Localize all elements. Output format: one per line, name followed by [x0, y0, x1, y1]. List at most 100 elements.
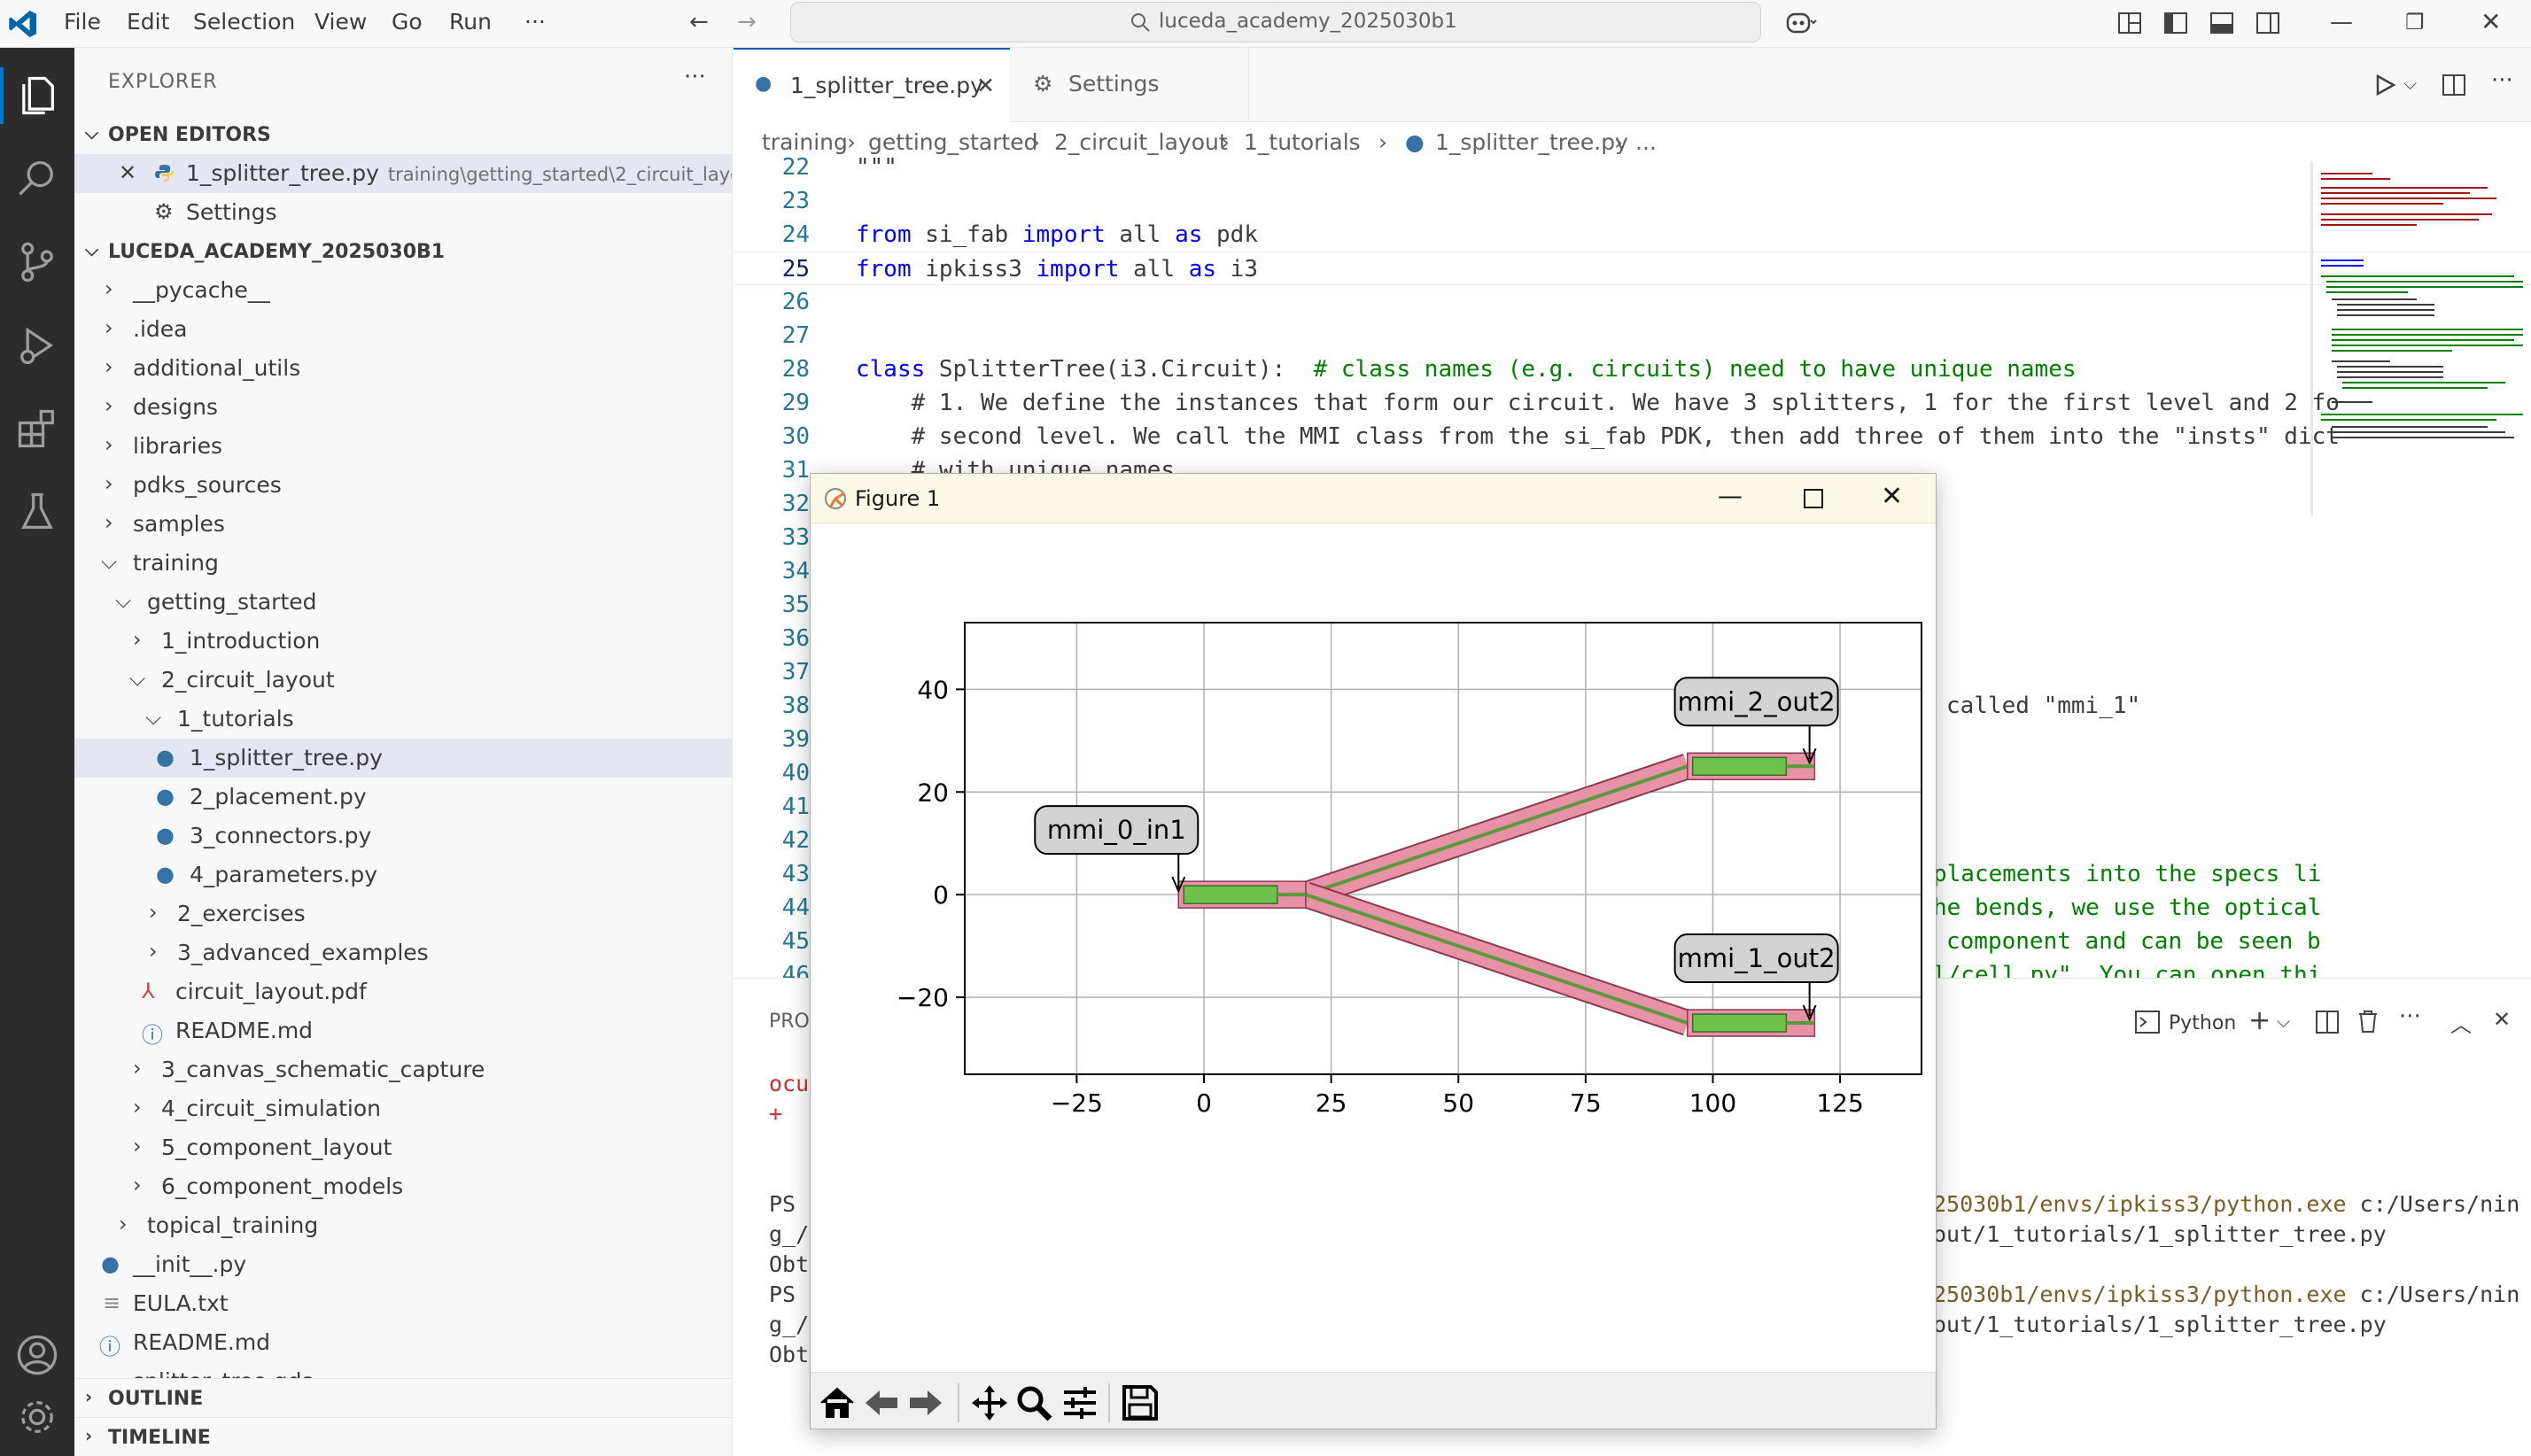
minimap[interactable] [2310, 161, 2531, 515]
maximize-panel-icon[interactable]: ︿ [2450, 1007, 2472, 1038]
close-window-icon[interactable]: ✕ [2481, 9, 2501, 35]
tree-file-readme-root[interactable]: ⓘ README.md [74, 1323, 732, 1362]
tab-1-splitter-tree[interactable]: ● 1_splitter_tree.py ✕ [734, 48, 1010, 122]
tree-file-2-placement[interactable]: ● 2_placement.py [74, 778, 732, 817]
tree-folder-samples[interactable]: › samples [74, 505, 732, 544]
new-terminal-icon[interactable]: + [2248, 1005, 2271, 1036]
panel-tab-problems[interactable]: PRO [769, 1011, 810, 1033]
accounts-icon[interactable] [14, 1332, 60, 1378]
tree-folder-additional-utils[interactable]: › additional_utils [74, 349, 732, 388]
code-line[interactable]: 28 class SplitterTree(i3.Circuit): # clas… [734, 352, 2531, 386]
toggle-panel-icon[interactable] [2209, 11, 2234, 35]
home-icon[interactable] [818, 1383, 857, 1422]
code-line-current[interactable]: 25 from ipkiss3 import all as i3 [734, 252, 2531, 285]
code-line[interactable]: 27 [734, 319, 2531, 352]
zoom-magnifier-icon[interactable] [1014, 1383, 1053, 1422]
figure-minimize-icon[interactable]: — [1718, 481, 1743, 510]
split-terminal-icon[interactable] [2316, 1011, 2339, 1034]
toggle-primary-sidebar-icon[interactable] [2163, 11, 2188, 35]
tree-folder-pycache[interactable]: › __pycache__ [74, 271, 732, 310]
copilot-icon[interactable] [1785, 9, 1817, 37]
tree-folder-2-circuit-layout[interactable]: ⌵ 2_circuit_layout [74, 661, 732, 700]
tree-folder-1-tutorials[interactable]: ⌵ 1_tutorials [74, 700, 732, 739]
tree-file-4-parameters[interactable]: ● 4_parameters.py [74, 856, 732, 895]
code-line[interactable]: 22 """ [734, 151, 2531, 184]
open-editor-settings[interactable]: ⚙ Settings [74, 193, 732, 232]
code-line[interactable]: 26 [734, 285, 2531, 319]
close-editor-icon[interactable]: ✕ [119, 160, 136, 185]
close-panel-icon[interactable]: ✕ [2493, 1007, 2511, 1032]
tree-folder-5-component-layout[interactable]: › 5_component_layout [74, 1128, 732, 1167]
tree-file-circuit-layout-pdf[interactable]: ⅄ circuit_layout.pdf [74, 972, 732, 1011]
menu-view[interactable]: View [314, 9, 367, 35]
tree-file-readme[interactable]: ⓘ README.md [74, 1011, 732, 1050]
pan-move-icon[interactable] [970, 1383, 1009, 1422]
extensions-icon[interactable] [14, 406, 60, 452]
matplotlib-figure-window[interactable]: Figure 1 — ✕ −25 0 25 50 75 100 125 −20 0 20 40 mm… [810, 473, 1937, 1429]
tree-file-splitter-tree-gds[interactable]: splitter_tree.gds [74, 1362, 732, 1378]
figure-maximize-icon[interactable] [1803, 488, 1824, 509]
tree-folder-1-introduction[interactable]: › 1_introduction [74, 622, 732, 661]
tree-folder-4-circuit-simulation[interactable]: › 4_circuit_simulation [74, 1089, 732, 1128]
figure-close-icon[interactable]: ✕ [1881, 481, 1903, 512]
chevron-down-icon[interactable]: ⌵ [2277, 1011, 2290, 1032]
tree-folder-designs[interactable]: › designs [74, 388, 732, 427]
code-line[interactable]: 24 from si_fab import all as pdk [734, 218, 2531, 252]
menu-edit[interactable]: Edit [127, 9, 169, 35]
open-editors-section[interactable]: ⌵ OPEN EDITORS [74, 115, 732, 154]
menu-selection[interactable]: Selection [193, 9, 295, 35]
tree-folder-libraries[interactable]: › libraries [74, 427, 732, 466]
save-figure-icon[interactable] [1121, 1383, 1160, 1422]
tree-file-init[interactable]: ● __init__.py [74, 1245, 732, 1284]
testing-flask-icon[interactable] [14, 489, 60, 535]
tree-folder-3-canvas[interactable]: › 3_canvas_schematic_capture [74, 1050, 732, 1089]
tree-file-3-connectors[interactable]: ● 3_connectors.py [74, 817, 732, 856]
minimize-window-icon[interactable]: — [2330, 9, 2353, 35]
tree-file-eula[interactable]: ≡ EULA.txt [74, 1284, 732, 1323]
run-and-debug-icon[interactable] [14, 322, 60, 368]
outline-section[interactable]: › OUTLINE [74, 1378, 732, 1417]
customize-layout-icon[interactable] [2117, 11, 2142, 35]
workspace-section[interactable]: ⌵ LUCEDA_ACADEMY_2025030B1 [74, 232, 732, 271]
tree-folder-2-exercises[interactable]: › 2_exercises [74, 895, 732, 933]
command-center-search[interactable]: luceda_academy_2025030b1 [790, 2, 1761, 43]
toggle-secondary-sidebar-icon[interactable] [2255, 11, 2280, 35]
figure-title-bar[interactable]: Figure 1 — ✕ [811, 474, 1936, 523]
forward-arrow-icon[interactable] [906, 1383, 945, 1422]
run-python-file-icon[interactable] [2372, 73, 2397, 97]
tree-folder-getting-started[interactable]: ⌵ getting_started [74, 583, 732, 622]
close-tab-icon[interactable]: ✕ [976, 73, 995, 98]
tree-folder-3-advanced-examples[interactable]: › 3_advanced_examples [74, 933, 732, 972]
split-editor-icon[interactable] [2442, 73, 2466, 97]
tree-file-1-splitter-tree[interactable]: ● 1_splitter_tree.py [74, 739, 732, 778]
tree-folder-topical-training[interactable]: › topical_training [74, 1206, 732, 1245]
menu-go[interactable]: Go [392, 9, 423, 35]
timeline-section[interactable]: › TIMELINE [74, 1417, 732, 1456]
tree-folder-6-component-models[interactable]: › 6_component_models [74, 1167, 732, 1206]
configure-subplots-icon[interactable] [1060, 1383, 1099, 1422]
forward-arrow-icon[interactable]: → [737, 9, 757, 35]
tab-settings[interactable]: ⚙ Settings [1010, 48, 1249, 122]
menu-file[interactable]: File [64, 9, 101, 35]
menu-more[interactable]: ··· [524, 9, 546, 35]
menu-run[interactable]: Run [449, 9, 492, 35]
restore-window-icon[interactable]: ❐ [2405, 9, 2425, 35]
editor-more-actions-icon[interactable]: ··· [2491, 67, 2513, 94]
explorer-files-icon[interactable] [14, 73, 60, 119]
layout-plot[interactable]: −25 0 25 50 75 100 125 −20 0 20 40 mmi_0_in1 mmi_2_… [811, 523, 1936, 1372]
tree-folder-idea[interactable]: › .idea [74, 310, 732, 349]
panel-more-actions-icon[interactable]: ··· [2399, 1003, 2421, 1030]
explorer-more-actions-icon[interactable]: ··· [684, 64, 706, 90]
back-arrow-icon[interactable]: ← [689, 9, 709, 35]
back-arrow-icon[interactable] [862, 1383, 901, 1422]
source-control-icon[interactable] [14, 239, 60, 285]
terminal-shell-label[interactable]: Python [2169, 1012, 2236, 1034]
tree-folder-pdks-sources[interactable]: › pdks_sources [74, 466, 732, 505]
manage-gear-icon[interactable] [14, 1394, 60, 1440]
code-line[interactable]: 29 # 1. We define the instances that for… [734, 386, 2531, 420]
code-line[interactable]: 23 [734, 184, 2531, 218]
tree-folder-training[interactable]: ⌵ training [74, 544, 732, 583]
code-line[interactable]: 30 # second level. We call the MMI class… [734, 420, 2531, 453]
open-editor-splitter-tree[interactable]: ✕ 1_splitter_tree.py training\getting_sta… [74, 154, 732, 193]
search-icon[interactable] [14, 156, 60, 202]
